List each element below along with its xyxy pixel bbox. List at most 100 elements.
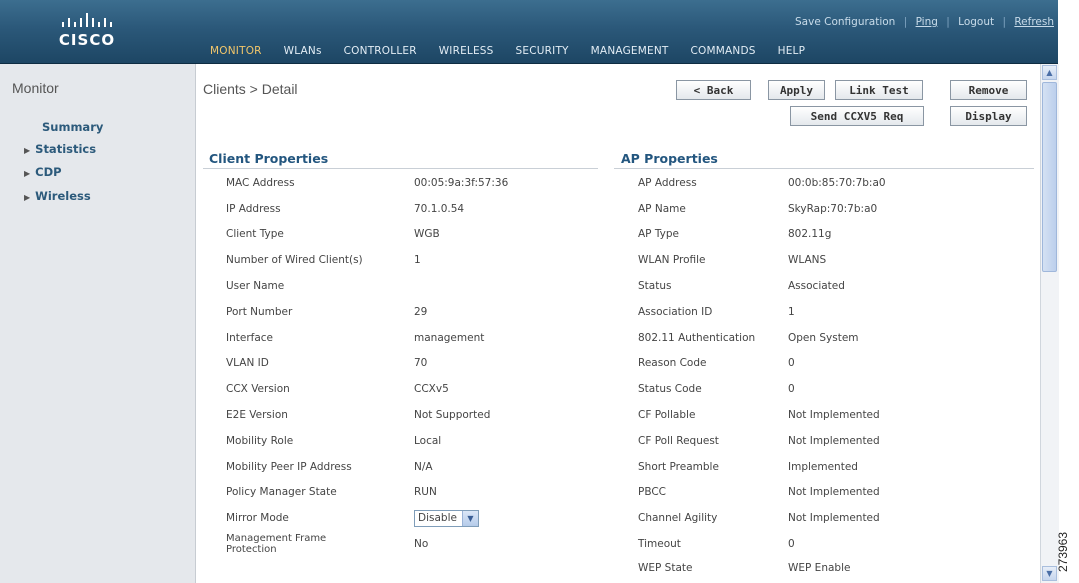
row-value: Local: [414, 434, 442, 447]
menu-controller[interactable]: CONTROLLER: [344, 45, 417, 57]
table-row: AP Type 802.11g: [638, 222, 1028, 248]
row-label: Mirror Mode: [226, 512, 289, 525]
table-row: 802.11 Authentication Open System: [638, 325, 1028, 351]
table-row: Channel Agility Not Implemented: [638, 505, 1028, 531]
table-row: CF Poll Request Not Implemented: [638, 428, 1028, 454]
row-value: 1: [414, 254, 421, 267]
send-ccxv5-request-button[interactable]: Send CCXV5 Req: [790, 106, 924, 126]
row-value: 00:0b:85:70:7b:a0: [788, 176, 886, 189]
sidebar-item-wireless[interactable]: ▶ Wireless: [24, 189, 91, 203]
row-value: 00:05:9a:3f:57:36: [414, 176, 509, 189]
table-row: PBCC Not Implemented: [638, 480, 1028, 506]
table-row: E2E Version Not Supported: [226, 402, 606, 428]
sidebar-title: Monitor: [12, 80, 59, 96]
row-label: Mobility Role: [226, 434, 294, 447]
back-button[interactable]: < Back: [676, 80, 751, 100]
section-divider: [614, 168, 1034, 169]
row-label: Management Frame Protection: [226, 533, 327, 556]
row-value: Associated: [788, 280, 845, 293]
expand-triangle-icon: ▶: [24, 193, 31, 202]
sidebar-item-cdp[interactable]: ▶ CDP: [24, 165, 62, 179]
separator: |: [1002, 16, 1006, 28]
scroll-down-arrow-icon[interactable]: ▼: [1042, 566, 1057, 581]
expand-triangle-icon: ▶: [24, 169, 31, 178]
sidebar-item-label: Statistics: [35, 142, 97, 156]
table-row: Association ID 1: [638, 299, 1028, 325]
row-value: 1: [788, 305, 795, 318]
row-label: AP Address: [638, 176, 697, 189]
row-value: N/A: [414, 460, 433, 473]
table-row: IP Address 70.1.0.54: [226, 196, 606, 222]
table-row: Status Associated: [638, 273, 1028, 299]
row-value: WLANS: [788, 254, 827, 267]
row-label: Status Code: [638, 383, 702, 396]
table-row: Mobility Peer IP Address N/A: [226, 454, 606, 480]
row-label: Number of Wired Client(s): [226, 254, 363, 267]
row-value: 802.11g: [788, 228, 832, 241]
table-row: Interface management: [226, 325, 606, 351]
row-label: Client Type: [226, 228, 284, 241]
client-properties-table: MAC Address 00:05:9a:3f:57:36 IP Address 7…: [226, 170, 606, 557]
menu-management[interactable]: MANAGEMENT: [591, 45, 669, 57]
row-value: WGB: [414, 228, 440, 241]
link-test-button[interactable]: Link Test: [835, 80, 923, 100]
cisco-logo: CISCO: [55, 13, 165, 53]
row-value: 0: [788, 357, 795, 370]
table-row: VLAN ID 70: [226, 351, 606, 377]
table-row: MAC Address 00:05:9a:3f:57:36: [226, 170, 606, 196]
menu-help[interactable]: HELP: [778, 45, 806, 57]
logout-link[interactable]: Logout: [958, 16, 994, 28]
table-row: Number of Wired Client(s) 1: [226, 247, 606, 273]
table-row: WLAN Profile WLANS: [638, 247, 1028, 273]
ap-properties-title: AP Properties: [621, 151, 718, 166]
table-row: Policy Manager State RUN: [226, 480, 606, 506]
row-label: Association ID: [638, 305, 713, 318]
expand-triangle-icon: ▶: [24, 146, 31, 155]
row-label: Reason Code: [638, 357, 707, 370]
main-content: Clients > Detail < Back Apply Link Test …: [196, 64, 1039, 583]
table-row: WEP State WEP Enable: [638, 557, 1028, 579]
row-value: Not Implemented: [788, 434, 880, 447]
sidebar-item-statistics[interactable]: ▶ Statistics: [24, 142, 96, 156]
menu-commands[interactable]: COMMANDS: [691, 45, 756, 57]
scrollbar-thumb[interactable]: [1042, 82, 1057, 272]
row-label: IP Address: [226, 202, 281, 215]
breadcrumb: Clients > Detail: [203, 81, 298, 97]
top-header: CISCO Save Configuration | Ping | Logout…: [0, 0, 1058, 64]
table-row: Status Code 0: [638, 376, 1028, 402]
row-value: management: [414, 331, 485, 344]
sidebar-item-summary[interactable]: Summary: [42, 120, 103, 134]
menu-wireless[interactable]: WIRELESS: [439, 45, 494, 57]
row-value: Not Implemented: [788, 486, 880, 499]
table-row: User Name: [226, 273, 606, 299]
table-row: Client Type WGB: [226, 222, 606, 248]
main-menu: MONITOR WLANs CONTROLLER WIRELESS SECURI…: [210, 45, 827, 57]
row-value: Open System: [788, 331, 859, 344]
figure-id: 273963: [1056, 525, 1079, 580]
refresh-link[interactable]: Refresh: [1014, 16, 1054, 28]
apply-button[interactable]: Apply: [768, 80, 825, 100]
mirror-mode-select[interactable]: Disable ▼: [414, 509, 479, 527]
row-label: Channel Agility: [638, 512, 718, 525]
table-row: Mirror Mode Disable ▼: [226, 505, 606, 531]
menu-monitor[interactable]: MONITOR: [210, 45, 262, 57]
menu-security[interactable]: SECURITY: [516, 45, 569, 57]
display-button[interactable]: Display: [950, 106, 1027, 126]
row-label: WLAN Profile: [638, 254, 706, 267]
table-row: Short Preamble Implemented: [638, 454, 1028, 480]
table-row: AP Name SkyRap:70:7b:a0: [638, 196, 1028, 222]
save-configuration-link[interactable]: Save Configuration: [795, 16, 895, 28]
scroll-up-arrow-icon[interactable]: ▲: [1042, 65, 1057, 80]
ping-link[interactable]: Ping: [916, 16, 938, 28]
row-value: Implemented: [788, 460, 858, 473]
separator: |: [903, 16, 908, 28]
table-row: Management Frame Protection No: [226, 531, 606, 557]
menu-wlans[interactable]: WLANs: [284, 45, 322, 57]
row-label: CF Poll Request: [638, 434, 719, 447]
remove-button[interactable]: Remove: [950, 80, 1027, 100]
vertical-scrollbar[interactable]: ▲ ▼: [1040, 64, 1059, 583]
row-label: AP Name: [638, 202, 686, 215]
separator: |: [946, 16, 950, 28]
row-value: 70: [414, 357, 428, 370]
chevron-down-icon: ▼: [461, 510, 478, 526]
